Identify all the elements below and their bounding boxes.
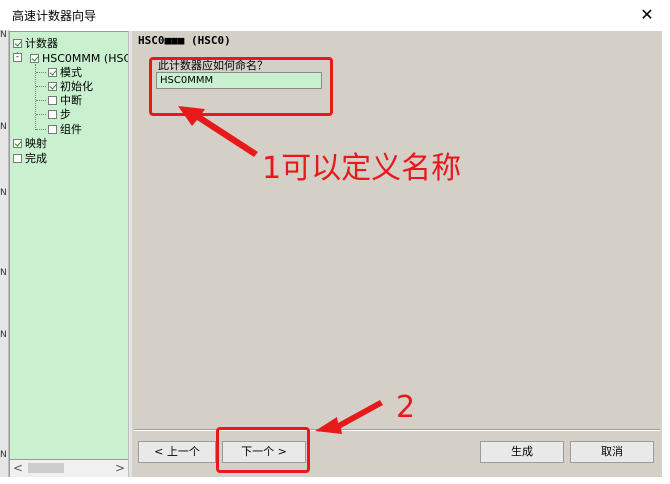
- tree-item-label: 映射: [25, 137, 47, 150]
- edge-mark: N: [0, 30, 7, 40]
- highlight-box-next: [216, 427, 310, 473]
- edge-mark: N: [0, 122, 7, 132]
- edge-mark: N: [0, 450, 7, 460]
- tree-horizontal-scrollbar[interactable]: < >: [9, 459, 129, 478]
- checkbox-icon: [13, 39, 22, 48]
- window-frame-right: [662, 31, 670, 477]
- background-window-edge: N N N N N N: [0, 30, 9, 484]
- checkbox-icon: [13, 154, 22, 163]
- checkbox-icon: [13, 139, 22, 148]
- edge-mark: N: [0, 330, 7, 340]
- checkbox-icon: [48, 82, 57, 91]
- window-frame-bottom: [0, 477, 670, 484]
- checkbox-icon: [48, 68, 57, 77]
- tree-item-mode[interactable]: 模式: [48, 66, 82, 79]
- window-title: 高速计数器向导: [12, 9, 97, 23]
- tree-item-label: 中断: [60, 94, 82, 107]
- tree-item-label: 步: [60, 108, 71, 121]
- tree-item-component[interactable]: 组件: [48, 123, 82, 136]
- tree-item-step[interactable]: 步: [48, 108, 71, 121]
- annotation-text-1: 1可以定义名称: [262, 151, 462, 186]
- generate-button[interactable]: 生成: [480, 441, 564, 463]
- wizard-tree: - 计数器 HSC0MMM (HSC0 模式 初始化 中断 步 组件 映射 完成: [9, 31, 129, 461]
- highlight-box-name: [149, 57, 333, 116]
- checkbox-icon: [48, 125, 57, 134]
- tree-item-label: 组件: [60, 123, 82, 136]
- page-heading: HSC0■■■ (HSC0): [138, 34, 231, 47]
- prev-button[interactable]: < 上一个: [138, 441, 216, 463]
- checkbox-icon: [48, 96, 57, 105]
- checkbox-icon: [30, 54, 39, 63]
- button-separator: [134, 429, 660, 431]
- tree-item-label: 初始化: [60, 80, 93, 93]
- tree-item-label: 完成: [25, 152, 47, 165]
- checkbox-icon: [48, 110, 57, 119]
- tree-item-finish[interactable]: 完成: [13, 152, 47, 165]
- cancel-button[interactable]: 取消: [570, 441, 654, 463]
- scroll-left-icon[interactable]: <: [10, 460, 26, 477]
- scroll-right-icon[interactable]: >: [112, 460, 128, 477]
- annotation-text-2: 2: [396, 390, 416, 425]
- tree-item-label: HSC0MMM (HSC0: [42, 52, 129, 65]
- tree-item-label: 计数器: [25, 37, 58, 50]
- tree-item-counter[interactable]: 计数器: [13, 37, 58, 50]
- tree-item-interrupt[interactable]: 中断: [48, 94, 82, 107]
- title-bar: 高速计数器向导 ✕: [0, 0, 670, 30]
- edge-mark: N: [0, 188, 7, 198]
- scroll-thumb[interactable]: [28, 463, 64, 473]
- tree-item-label: 模式: [60, 66, 82, 79]
- tree-item-mapping[interactable]: 映射: [13, 137, 47, 150]
- close-icon[interactable]: ✕: [624, 0, 670, 30]
- tree-item-hsc0[interactable]: HSC0MMM (HSC0: [30, 52, 129, 65]
- tree-item-init[interactable]: 初始化: [48, 80, 93, 93]
- collapse-icon[interactable]: -: [13, 53, 22, 62]
- edge-mark: N: [0, 268, 7, 278]
